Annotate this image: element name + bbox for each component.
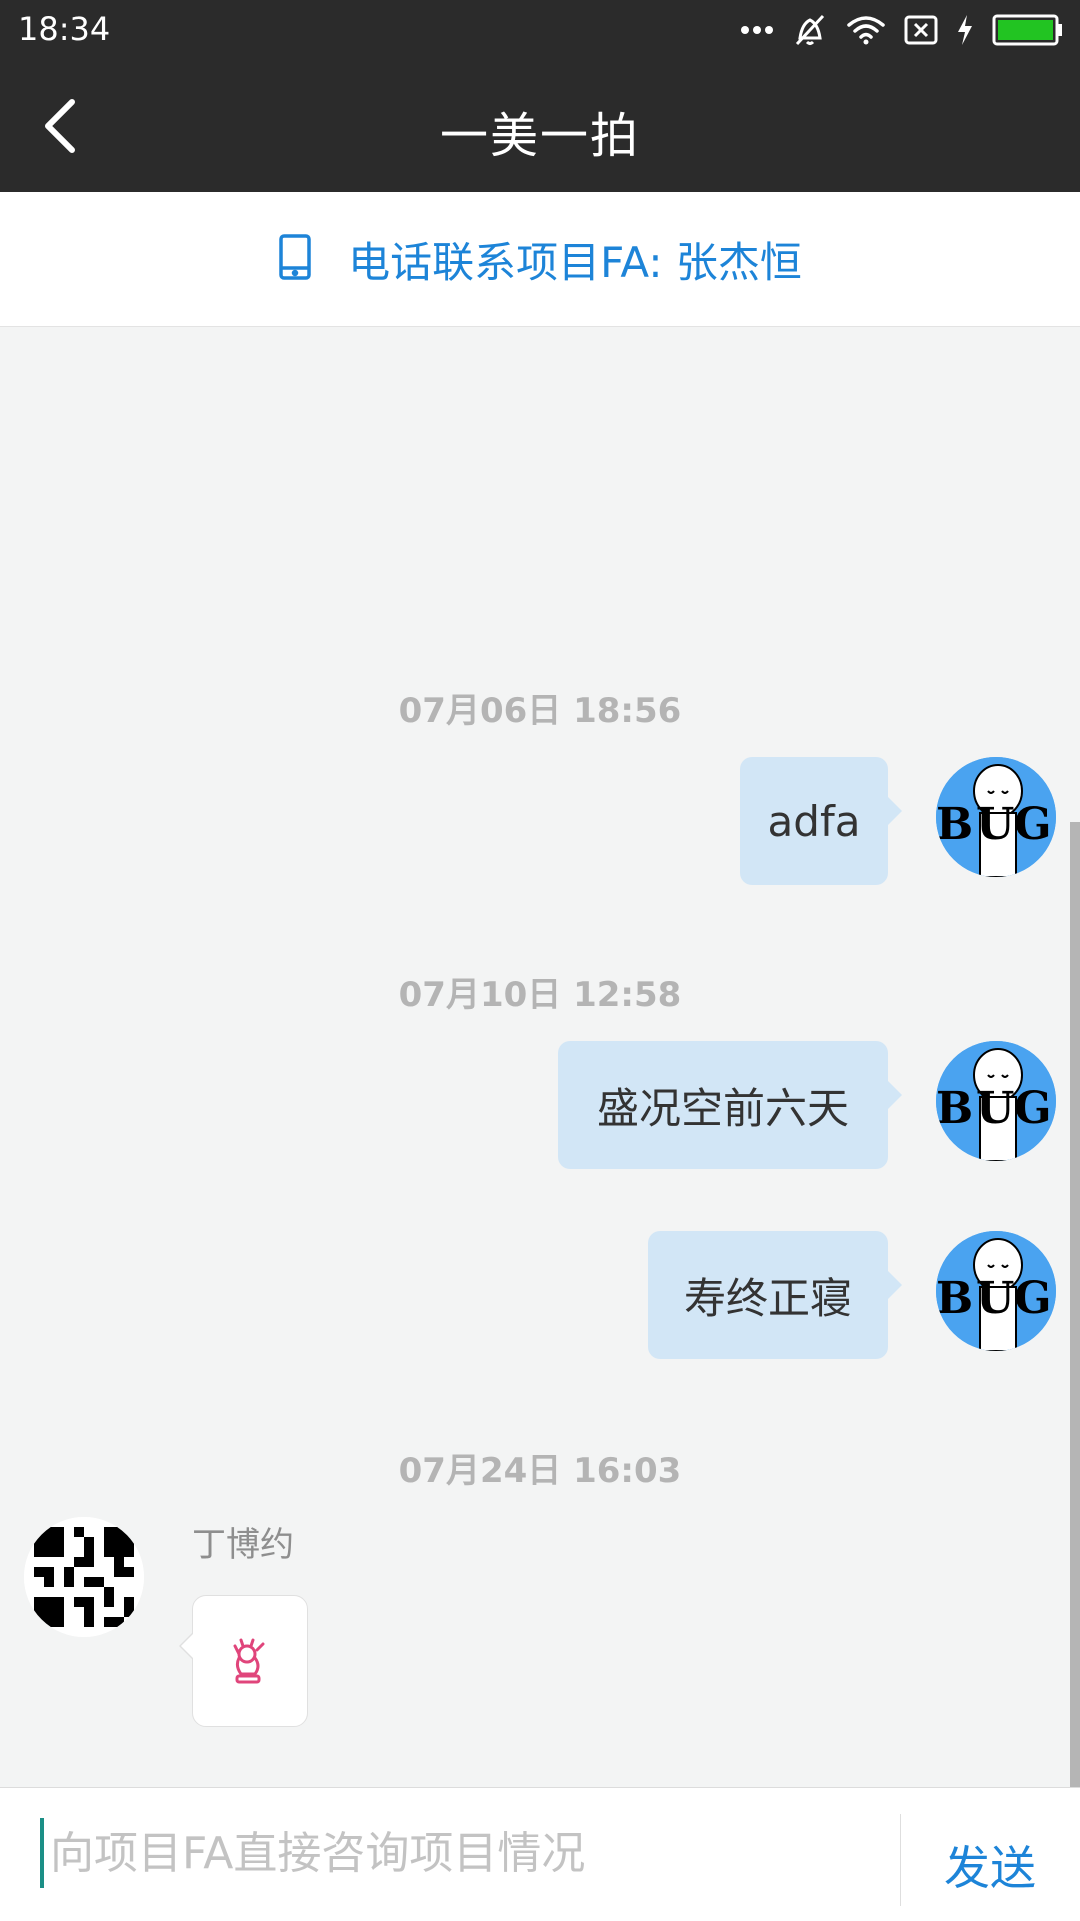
- svg-text:B: B: [936, 1273, 973, 1324]
- svg-text:B: B: [936, 1083, 973, 1134]
- message-input[interactable]: [40, 1818, 890, 1888]
- svg-text:G: G: [1014, 799, 1052, 850]
- divider: [900, 1814, 901, 1906]
- call-fa-label: 电话联系项目FA: 张杰恒: [348, 237, 802, 287]
- status-bar: 18:34: [0, 0, 1080, 60]
- ok-hand-emoji-icon: [233, 1638, 265, 1684]
- page-title: 一美一拍: [439, 108, 640, 164]
- svg-text:U: U: [976, 1083, 1014, 1134]
- title-bar: 一美一拍: [0, 60, 1080, 192]
- svg-text:G: G: [1014, 1273, 1052, 1324]
- charging-icon: [956, 14, 974, 46]
- svg-text:U: U: [976, 1273, 1014, 1324]
- bug-avatar[interactable]: B U G: [936, 1041, 1056, 1161]
- scrollbar[interactable]: [1070, 822, 1080, 1788]
- chat-area[interactable]: 07月06日 18:56 adfa B U G 07月10日 12:58 盛况空…: [0, 327, 1080, 1787]
- outgoing-message[interactable]: 寿终正寝: [648, 1231, 902, 1359]
- incoming-message[interactable]: [179, 1595, 308, 1727]
- message-timestamp: 07月24日 16:03: [398, 1451, 682, 1491]
- message-timestamp: 07月06日 18:56: [398, 691, 682, 731]
- bug-avatar[interactable]: B U G: [936, 757, 1056, 877]
- no-sim-icon: [904, 15, 938, 45]
- outgoing-message[interactable]: 盛况空前六天: [558, 1041, 902, 1169]
- message-timestamp: 07月10日 12:58: [398, 975, 682, 1015]
- input-bar: 发送: [0, 1787, 1080, 1921]
- vibrate-off-icon: [792, 12, 828, 48]
- battery-icon: [992, 13, 1064, 47]
- more-dots-icon: [740, 24, 774, 36]
- svg-text:B: B: [936, 799, 973, 850]
- status-time: 18:34: [18, 10, 111, 48]
- call-fa-button[interactable]: 电话联系项目FA: 张杰恒: [0, 192, 1080, 327]
- svg-text:G: G: [1014, 1083, 1052, 1134]
- qr-code-avatar[interactable]: [24, 1517, 144, 1637]
- send-button[interactable]: 发送: [944, 1832, 1036, 1898]
- sender-name: 丁博约: [192, 1525, 294, 1565]
- wifi-icon: [846, 14, 886, 46]
- bug-avatar[interactable]: B U G: [936, 1231, 1056, 1351]
- phone-icon: [278, 233, 312, 285]
- svg-text:U: U: [976, 799, 1014, 850]
- outgoing-message[interactable]: adfa: [740, 757, 902, 885]
- status-icons: [740, 12, 1064, 48]
